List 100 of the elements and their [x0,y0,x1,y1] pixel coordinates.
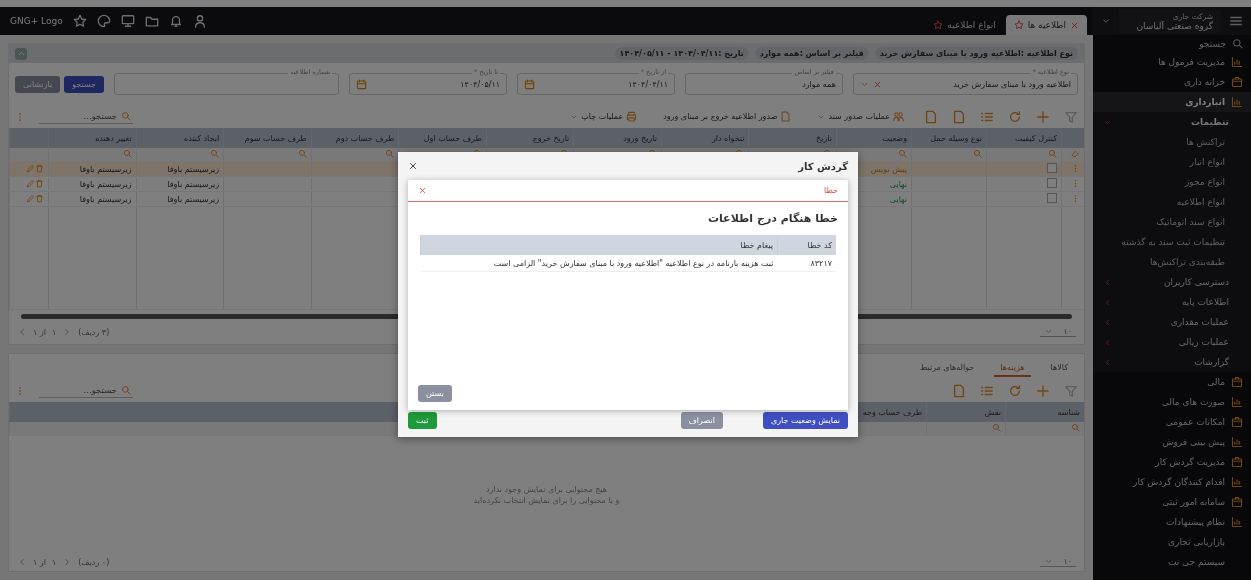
sidebar-search-field[interactable]: جستجو [1199,38,1226,49]
column-header[interactable]: طرف حساب دوم [311,128,399,148]
close-icon [408,161,418,171]
search-icon [210,149,220,158]
table-cell: زیرسیستم باوفا [79,179,132,189]
box-icon [1231,496,1243,508]
column-header[interactable]: نوع وسیله حمل [911,128,987,148]
sidebar-subitem[interactable]: انواع سند اتوماتیک [1093,212,1251,232]
sidebar-subitem[interactable]: انواع اطلاعیه [1093,192,1251,212]
previous-icon [17,327,27,337]
sidebar-item[interactable]: پیش بینی فروش [1093,432,1251,452]
search-icon [121,385,131,395]
checkbox[interactable] [1047,163,1057,173]
action-button[interactable]: جستجو [64,75,105,93]
column-header[interactable]: وضعیت [836,128,912,148]
user-icon [192,14,207,28]
detail-tab[interactable]: هزینه‌ها [994,360,1031,377]
sidebar-item[interactable]: سیستم جی نت [1093,552,1251,572]
chevron-down-icon [1101,16,1111,26]
sidebar-group[interactable]: گزارشات [1093,352,1251,372]
detail-tab[interactable]: حواله‌های مرتبط [913,360,981,377]
printer-icon [626,111,638,122]
column-header[interactable]: تاریخ [748,128,837,148]
page-number[interactable]: ۱ [51,327,57,337]
sidebar-group[interactable]: تنظیمات [1093,112,1251,132]
chevron-down-icon [1044,557,1054,566]
dialog-button[interactable]: نمایش وضعیت جاری [762,412,848,429]
sidebar-group[interactable]: دسترسی کاربران [1093,272,1251,292]
previous-icon [17,557,27,567]
filter-chip: فیلتر بر اساس :همه موارد [754,47,869,60]
column-header: پیغام خطا [420,235,778,255]
column-header[interactable]: تغییر دهنده [48,128,137,148]
search-field[interactable]: جستجو... [39,383,133,398]
folder-icon [144,14,159,28]
table-cell: زیرسیستم باوفا [79,164,132,174]
sidebar-subitem[interactable]: تنظیمات ثبت سند به گذشته [1093,232,1251,252]
search-icon [122,149,132,158]
table-cell: زیرسیستم باوفا [79,194,132,204]
column-header[interactable]: طرف حساب سوم [223,128,312,148]
column-header[interactable]: کنترل کیفیت [986,128,1062,148]
column-header[interactable]: نقش [926,402,1006,422]
page-tab[interactable]: اطلاعیه ها [1005,15,1087,35]
sidebar-item[interactable]: صورت های مالی [1093,392,1251,412]
sidebar-group[interactable]: اطلاعات پایه [1093,292,1251,312]
search-icon [1071,423,1080,432]
sidebar-item[interactable]: امکانات عمومی [1093,412,1251,432]
dialog-button[interactable]: ثبت [408,412,437,429]
plus-icon [1036,383,1050,398]
plus-icon [1036,109,1050,124]
column-header[interactable]: تنخواه دار [661,128,749,148]
checkbox[interactable] [1047,193,1057,203]
sidebar-group[interactable]: عملیات ریالی [1093,332,1251,352]
page-tab[interactable]: انواع اطلاعیه [925,15,1004,35]
sidebar-item[interactable]: مدیریت فرمول ها [1093,52,1251,72]
dialog-title: گردش کار [798,160,848,172]
sidebar-group[interactable]: عملیات مقداری [1093,312,1251,332]
toolbar-action[interactable]: عملیات چاپ [564,110,644,123]
filter-icon [1064,109,1078,124]
checkbox[interactable] [1047,178,1057,188]
sidebar-subitem[interactable]: انواع مجوز [1093,172,1251,192]
sidebar-item[interactable]: انبارداری [1093,92,1251,112]
column-header[interactable]: تاریخ خروج [486,128,574,148]
sidebar-item[interactable]: خزانه داری [1093,72,1251,92]
collapse-button[interactable] [15,47,27,60]
box-icon [1231,456,1243,468]
logo[interactable]: GNG+ Logo [10,16,63,26]
row-count: (۳ ردیف) [78,327,110,337]
search-field[interactable]: جستجو... [39,109,133,124]
sidebar-item[interactable]: بازاریابی تجاری [1093,532,1251,552]
column-header[interactable]: طرف حساب اول [398,128,487,148]
close-icon [1070,20,1079,30]
search-icon [992,423,1001,432]
sidebar-item[interactable]: نظام پیشنهادات [1093,512,1251,532]
close-icon [418,186,427,195]
toolbar-action[interactable]: صدور اطلاعیه خروج بر مبنای ورود [657,110,798,123]
search-icon [385,149,395,158]
search-icon [297,149,307,158]
refresh-icon [1008,109,1022,124]
sidebar-item[interactable]: سامانه امور ثبتی [1093,492,1251,512]
column-header[interactable]: ایجاد کننده [136,128,224,148]
sidebar-subitem[interactable]: تراکنش ها [1093,132,1251,152]
sidebar-item[interactable]: اقدام کنندگان گردش کار [1093,472,1251,492]
detail-tab[interactable]: کالاها [1044,360,1074,377]
column-header[interactable]: شناسه [1005,402,1084,422]
sidebar-item[interactable]: مالی [1093,372,1251,392]
star-icon [72,14,87,28]
column-header[interactable]: تاریخ ورود [573,128,662,148]
sidebar-subitem[interactable]: طبقه‌بندی تراکنش‌ها [1093,252,1251,272]
sidebar-subitem[interactable]: انواع انبار [1093,152,1251,172]
close-button[interactable]: بستن [418,385,452,402]
box-icon [1231,76,1243,88]
chart-icon [1231,396,1243,408]
toolbar-action[interactable]: عملیات صدور سند [811,110,910,123]
dialog-button[interactable]: انصراف [680,412,723,429]
error-code: ۸۳۲۱۷ [810,258,832,268]
sidebar-item[interactable]: مدیریت گردش کار [1093,452,1251,472]
delete-icon [35,178,44,188]
chart-icon [1231,476,1243,488]
calendar-icon [524,78,536,90]
page-number[interactable]: ۱ [51,557,57,567]
